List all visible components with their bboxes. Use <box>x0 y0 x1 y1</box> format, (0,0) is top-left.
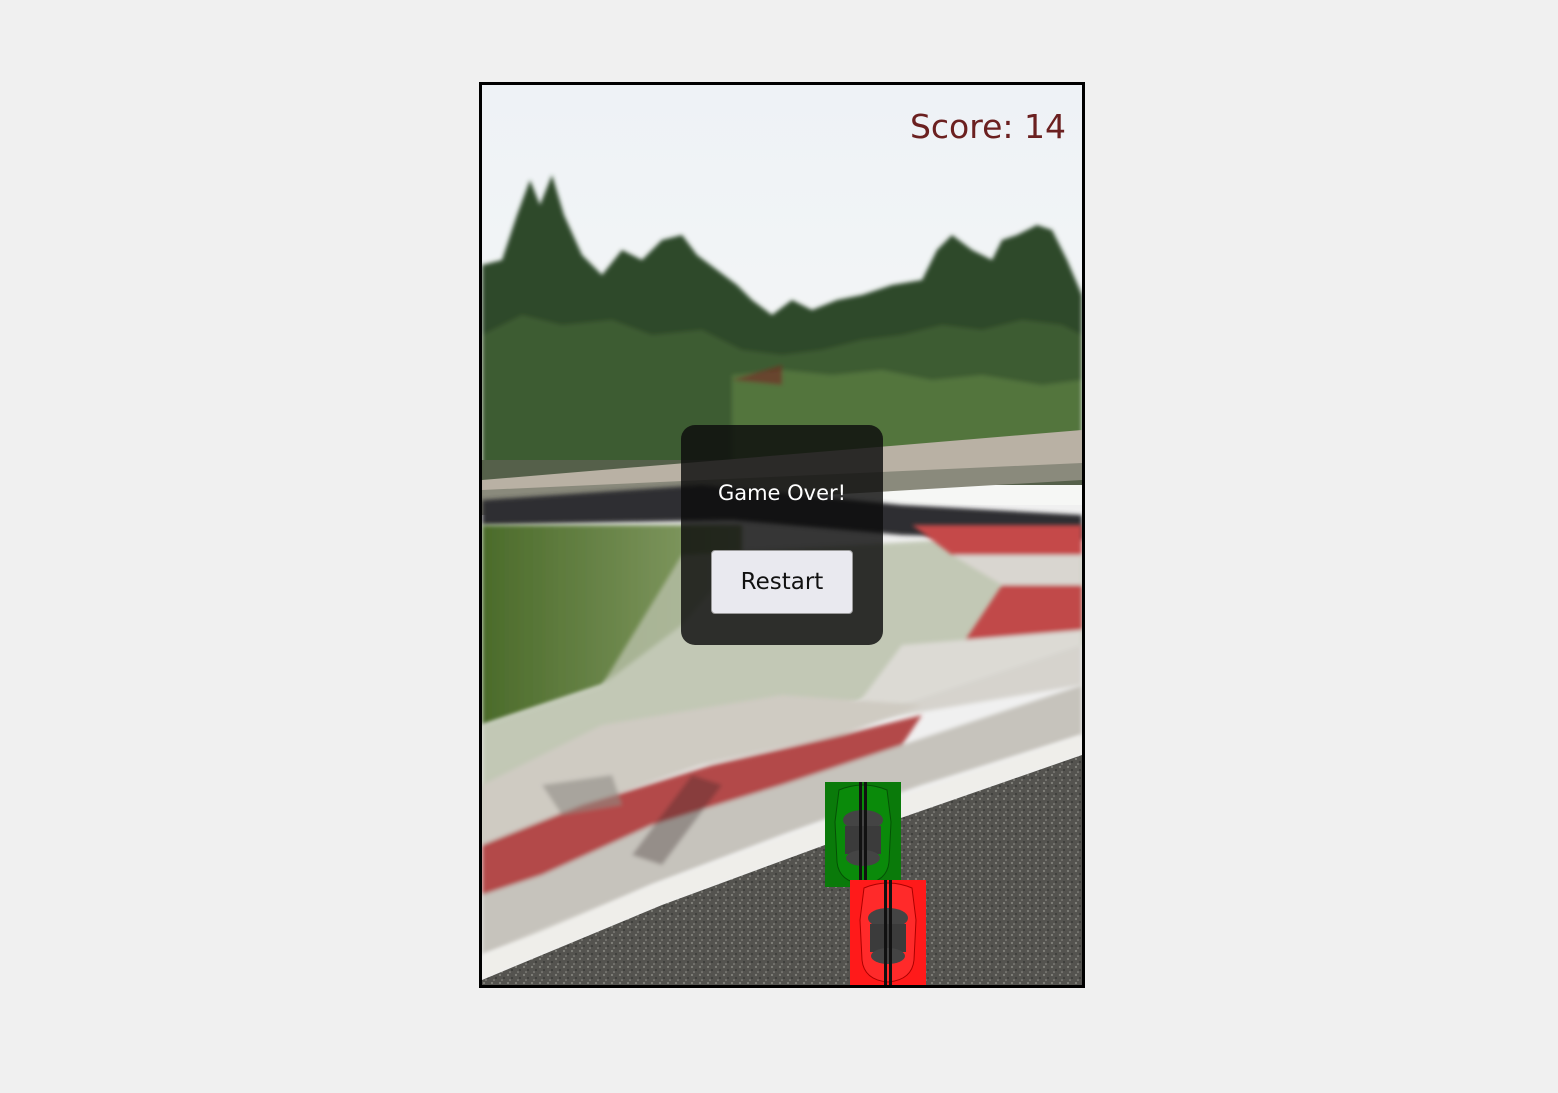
red-race-car-icon <box>850 880 926 985</box>
restart-button[interactable]: Restart <box>711 550 853 614</box>
score-display: Score: 14 <box>909 107 1066 146</box>
game-over-message: Game Over! <box>717 481 847 505</box>
green-race-car-icon <box>825 782 901 887</box>
game-canvas: Score: 14 Game Over! Restart <box>479 82 1085 988</box>
game-over-dialog: Game Over! Restart <box>681 425 883 645</box>
